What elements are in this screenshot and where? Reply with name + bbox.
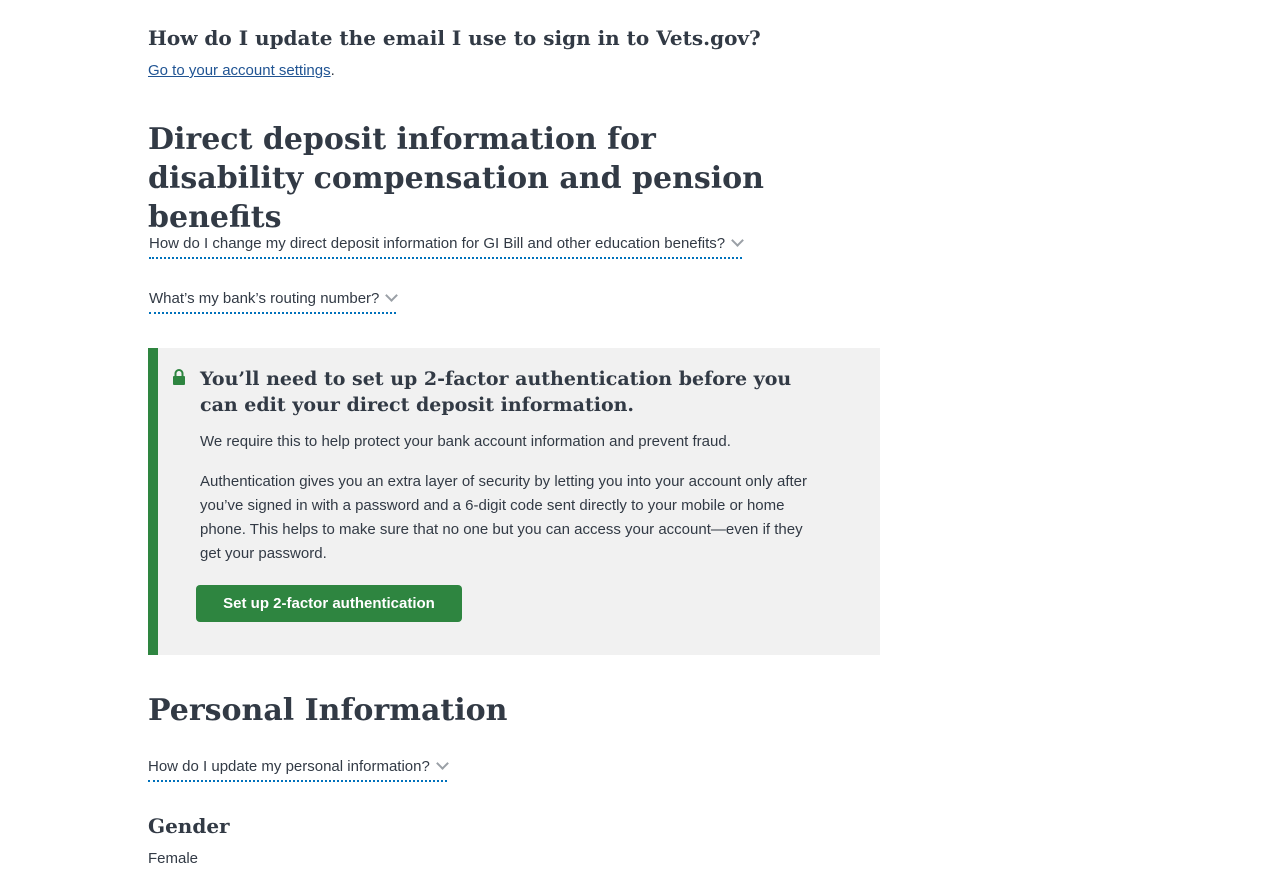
gender-value: Female bbox=[148, 850, 199, 867]
gender-label: Gender bbox=[148, 814, 230, 838]
setup-2fa-button[interactable]: Set up 2-factor authentication bbox=[196, 585, 462, 622]
alert-auth-description: Authentication gives you an extra layer … bbox=[200, 473, 808, 562]
expander-gi-bill-direct-deposit[interactable]: How do I change my direct deposit inform… bbox=[149, 234, 745, 259]
account-settings-line: Go to your account settings. bbox=[148, 60, 335, 82]
expander-routing-number[interactable]: What’s my bank’s routing number? bbox=[149, 289, 399, 314]
expander-label: What’s my bank’s routing number? bbox=[149, 290, 380, 307]
alert-fraud-text: We require this to help protect your ban… bbox=[200, 433, 731, 450]
account-settings-link[interactable]: Go to your account settings bbox=[148, 62, 331, 79]
lock-icon bbox=[173, 369, 185, 385]
chevron-down-icon bbox=[731, 234, 745, 247]
chevron-down-icon bbox=[435, 757, 449, 770]
expander-label: How do I update my personal information? bbox=[148, 758, 430, 775]
two-factor-alert: You’ll need to set up 2-factor authentic… bbox=[148, 348, 880, 655]
expander-update-personal-info[interactable]: How do I update my personal information? bbox=[148, 757, 449, 782]
expander-label: How do I change my direct deposit inform… bbox=[149, 235, 726, 252]
email-help-heading: How do I update the email I use to sign … bbox=[148, 26, 761, 50]
personal-info-title: Personal Information bbox=[148, 693, 508, 728]
direct-deposit-title: Direct deposit information for disabilit… bbox=[148, 122, 764, 235]
account-settings-suffix: . bbox=[330, 62, 335, 79]
chevron-down-icon bbox=[385, 289, 399, 302]
alert-heading: You’ll need to set up 2-factor authentic… bbox=[200, 368, 792, 416]
